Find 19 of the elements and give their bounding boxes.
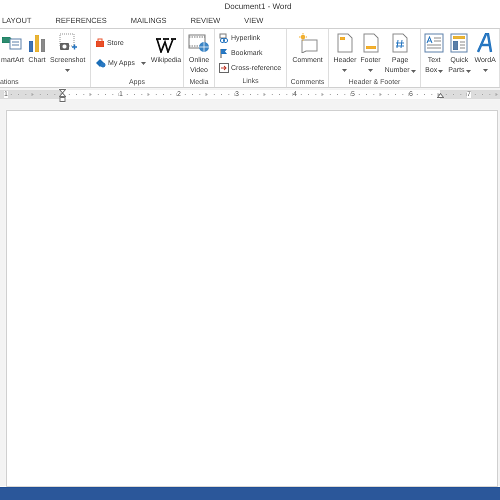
- comment-icon: [298, 33, 318, 53]
- w-glyph-icon: [156, 37, 176, 53]
- flag-icon: [219, 48, 229, 58]
- shopping-bag-icon: [95, 38, 105, 48]
- indent-marker-icon[interactable]: [59, 89, 66, 102]
- window-title: Document1 - Word: [224, 3, 292, 11]
- apps-icon: [95, 58, 106, 68]
- bar-chart-icon: [28, 33, 46, 53]
- header-page-icon: [336, 33, 353, 53]
- cross-reference-icon: [219, 63, 229, 73]
- page-number-icon: [392, 33, 408, 53]
- video-globe-icon: [188, 33, 210, 53]
- quick-parts-icon: [450, 33, 468, 53]
- right-indent-marker-icon[interactable]: [437, 93, 444, 98]
- camera-icon: [58, 33, 78, 53]
- text-box-icon: [424, 33, 444, 53]
- link-icon: [219, 33, 229, 43]
- footer-page-icon: [362, 33, 379, 53]
- letter-a-icon: [477, 33, 494, 53]
